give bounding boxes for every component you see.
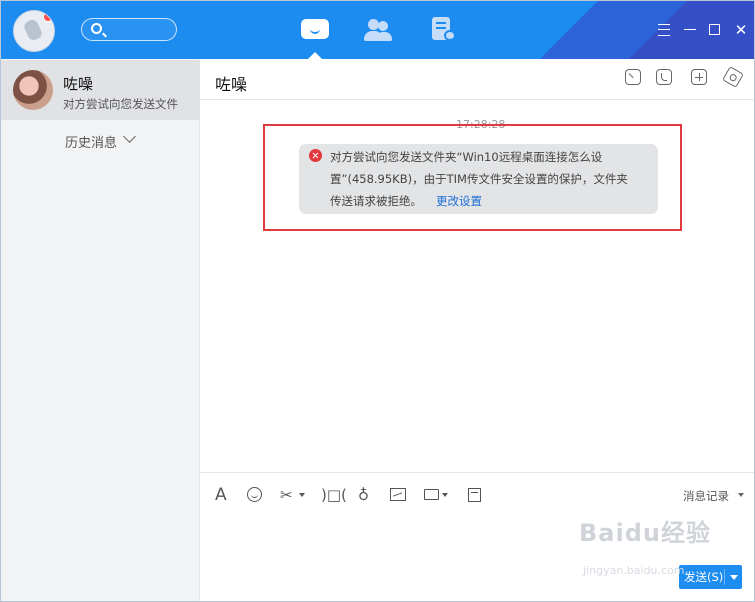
minimize-icon[interactable] bbox=[678, 18, 702, 42]
history-messages-link[interactable]: 历史消息 bbox=[65, 132, 117, 151]
search-input[interactable] bbox=[81, 18, 177, 41]
font-icon[interactable]: A bbox=[215, 487, 227, 504]
message-record-dropdown-icon[interactable] bbox=[738, 493, 744, 497]
shake-icon[interactable]: )□( bbox=[321, 487, 347, 503]
search-icon bbox=[91, 23, 102, 34]
phone-icon[interactable] bbox=[656, 69, 672, 85]
menu-icon[interactable] bbox=[652, 18, 676, 42]
title-bar: ✕ bbox=[1, 1, 754, 59]
docs-icon[interactable] bbox=[430, 17, 458, 43]
message-icon[interactable] bbox=[301, 17, 329, 43]
message-record-button[interactable]: 消息记录 bbox=[683, 488, 729, 504]
maximize-icon[interactable] bbox=[703, 18, 727, 42]
contact-avatar bbox=[13, 70, 53, 110]
tim-chat-window: ✕ 咗噪 对方尝试向您发送文件 历史消息 咗噪 17:28:28 对方尝试向您发… bbox=[0, 0, 755, 602]
chat-title: 咗噪 bbox=[215, 75, 248, 94]
contacts-icon[interactable] bbox=[364, 17, 392, 43]
close-icon[interactable]: ✕ bbox=[729, 18, 753, 42]
send-options-icon[interactable] bbox=[730, 575, 738, 580]
image-icon[interactable] bbox=[390, 488, 406, 501]
baidu-watermark-url: jingyan.baidu.com bbox=[583, 564, 685, 577]
active-tab-indicator bbox=[308, 52, 322, 59]
chat-header: 咗噪 bbox=[200, 59, 754, 100]
chevron-down-icon[interactable] bbox=[123, 130, 136, 143]
scissors-icon[interactable]: ✂ bbox=[280, 487, 305, 503]
settings-icon[interactable] bbox=[722, 66, 744, 88]
avatar-figure bbox=[22, 17, 44, 43]
notification-dot bbox=[43, 12, 53, 22]
share-screen-icon[interactable] bbox=[625, 69, 641, 85]
red-highlight-box bbox=[263, 124, 682, 231]
add-member-icon[interactable] bbox=[691, 69, 707, 85]
baidu-watermark: Baidu经验 bbox=[579, 519, 711, 547]
conversation-item[interactable]: 咗噪 对方尝试向您发送文件 bbox=[1, 60, 199, 120]
conversation-sidebar: 咗噪 对方尝试向您发送文件 历史消息 bbox=[1, 59, 200, 601]
conversation-preview: 对方尝试向您发送文件 bbox=[63, 97, 178, 111]
my-avatar[interactable] bbox=[13, 10, 55, 52]
mic-icon[interactable]: ♁ bbox=[358, 487, 369, 503]
screenshot-icon[interactable] bbox=[468, 488, 481, 502]
emoji-icon[interactable] bbox=[247, 487, 262, 502]
send-label: 发送(S) bbox=[684, 570, 724, 584]
conversation-name: 咗噪 bbox=[63, 75, 94, 93]
send-button[interactable]: 发送(S) bbox=[679, 565, 742, 589]
folder-icon[interactable] bbox=[424, 487, 448, 503]
